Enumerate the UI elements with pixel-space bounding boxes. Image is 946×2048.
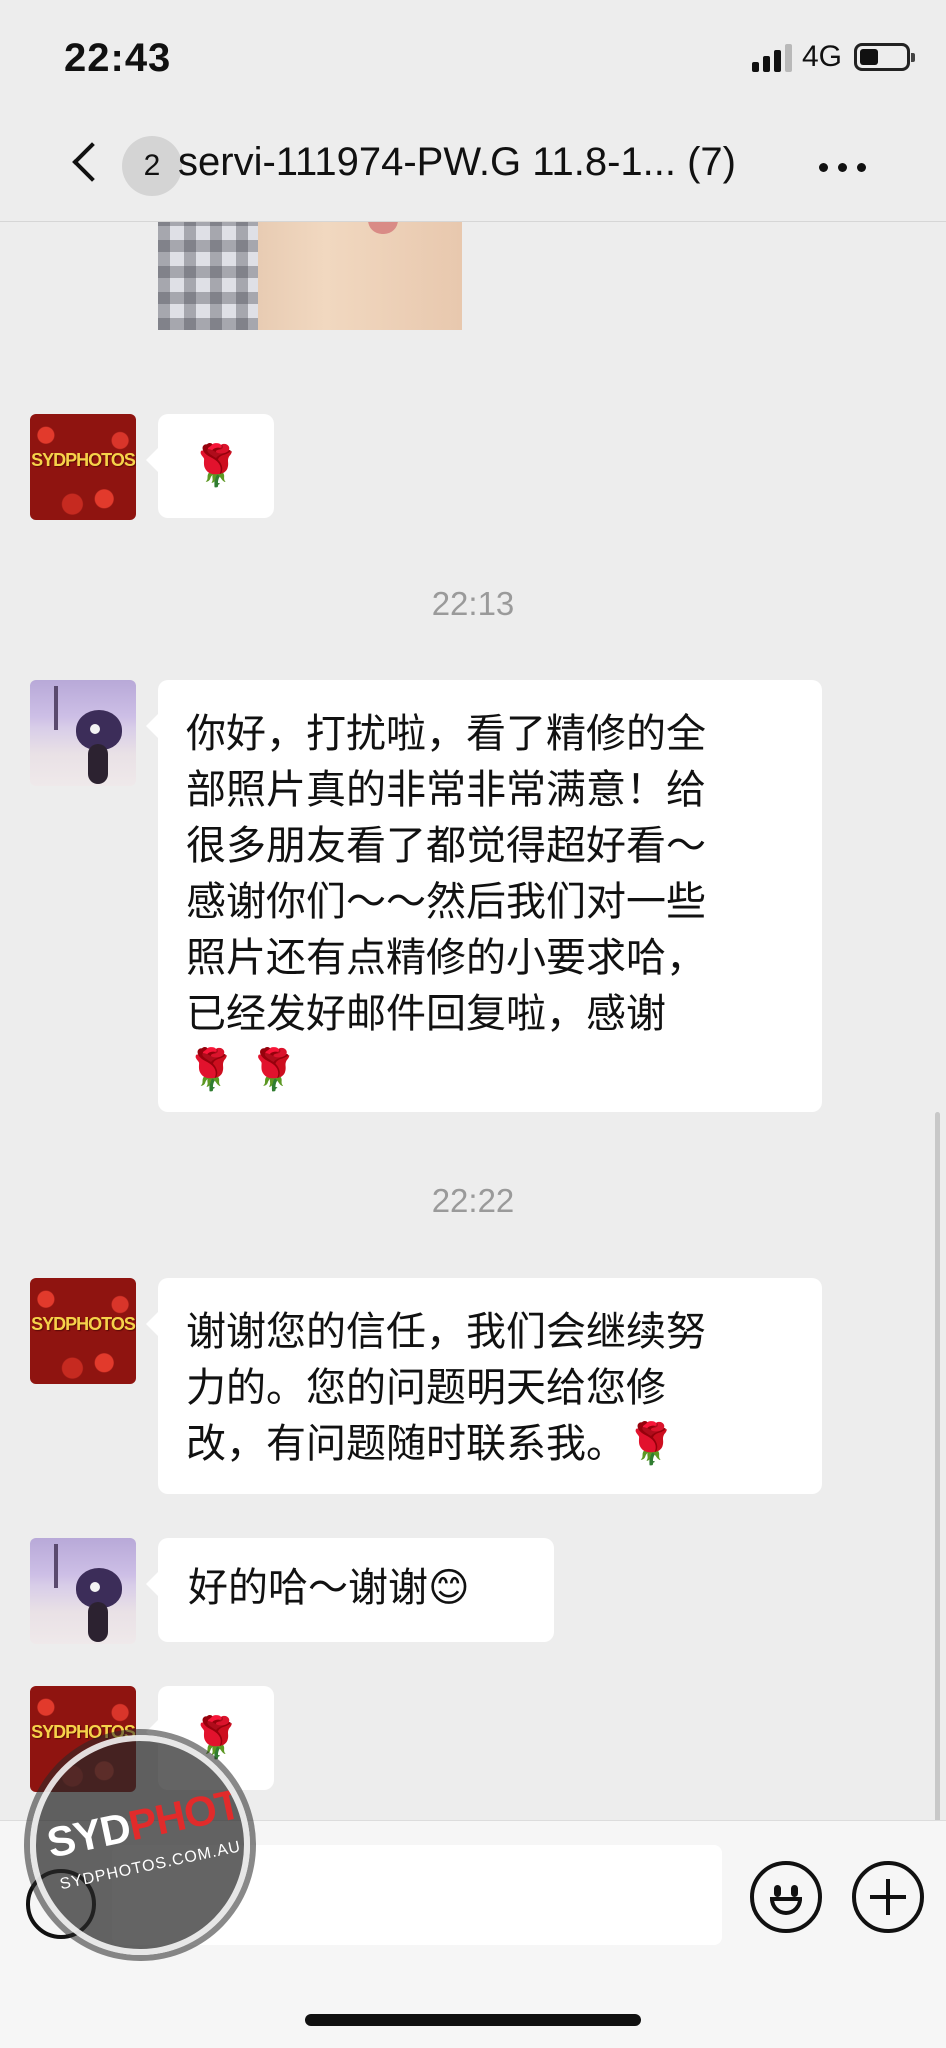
customer-avatar[interactable] xyxy=(30,680,136,786)
plus-icon[interactable] xyxy=(852,1861,924,1933)
studio-avatar-logo: SYDPHOTOS xyxy=(31,450,136,470)
message-bubble-customer-short[interactable]: 好的哈～谢谢😊 xyxy=(146,1538,554,1642)
studio-reply-text: 谢谢您的信任，我们会继续努 力的。您的问题明天给您修 改，有问题随时联系我。🌹 xyxy=(186,1309,706,1467)
unread-badge[interactable]: 2 xyxy=(122,136,182,196)
customer-reply-text: 好的哈～谢谢😊 xyxy=(188,1565,470,1611)
emoji-icon[interactable] xyxy=(750,1861,822,1933)
message-bubble-rose[interactable]: 🌹 xyxy=(146,414,274,518)
chat-screen: 22:43 4G 2 servi-111974-PW.G 11.8-1... (… xyxy=(0,0,946,2048)
back-icon[interactable] xyxy=(72,142,112,182)
timestamp: 22:13 xyxy=(431,585,515,622)
scrollbar[interactable] xyxy=(935,1112,940,1832)
battery-icon xyxy=(854,43,915,71)
timestamp: 22:22 xyxy=(431,1182,515,1219)
chat-title: servi-111974-PW.G 11.8-1... (7) xyxy=(178,140,736,184)
customer-message-text: 你好，打扰啦，看了精修的全 部照片真的非常非常满意！给 很多朋友看了都觉得超好看… xyxy=(186,711,706,1093)
rose-emoji: 🌹 xyxy=(191,443,241,489)
cat-photo-message[interactable] xyxy=(158,212,462,330)
status-indicators: 4G xyxy=(751,40,915,74)
signal-icon xyxy=(751,42,792,72)
studio-avatar[interactable]: SYDPHOTOS xyxy=(30,414,136,520)
message-bubble-studio[interactable]: 谢谢您的信任，我们会继续努 力的。您的问题明天给您修 改，有问题随时联系我。🌹 xyxy=(146,1278,822,1494)
nav-bar: 2 servi-111974-PW.G 11.8-1... (7) xyxy=(0,110,946,222)
status-bar: 22:43 4G xyxy=(0,0,946,110)
status-time: 22:43 xyxy=(64,36,172,80)
customer-avatar[interactable] xyxy=(30,1538,136,1644)
network-label: 4G xyxy=(801,40,842,73)
home-indicator[interactable] xyxy=(305,2014,641,2026)
studio-avatar[interactable]: SYDPHOTOS xyxy=(30,1278,136,1384)
more-icon[interactable] xyxy=(819,163,866,172)
studio-avatar-logo: SYDPHOTOS xyxy=(31,1314,136,1334)
message-list[interactable]: SYDPHOTOS 🌹 22:13 你好，打扰啦，看了精修的全 部照片真的非常非… xyxy=(0,212,946,1832)
message-bubble-customer[interactable]: 你好，打扰啦，看了精修的全 部照片真的非常非常满意！给 很多朋友看了都觉得超好看… xyxy=(146,680,822,1112)
